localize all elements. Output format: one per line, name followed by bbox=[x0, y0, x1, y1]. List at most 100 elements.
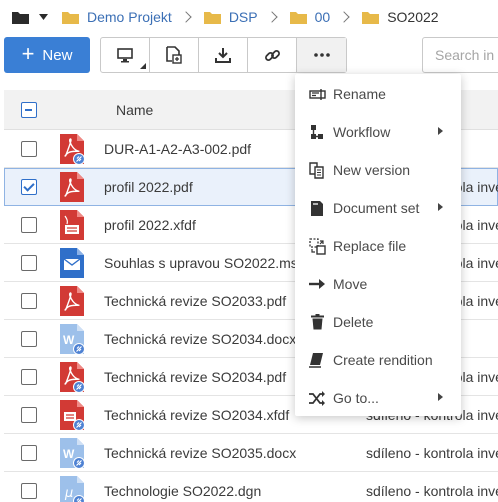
row-checkbox[interactable] bbox=[21, 444, 37, 461]
search-input[interactable] bbox=[422, 37, 498, 73]
row-checkbox[interactable] bbox=[21, 292, 37, 309]
trash-icon bbox=[308, 313, 326, 331]
chevron-right-icon bbox=[180, 11, 192, 23]
menu-item-label: Rename bbox=[333, 86, 386, 102]
menu-item-label: Move bbox=[333, 276, 368, 292]
menu-item-label: New version bbox=[333, 162, 411, 178]
replace-file-icon bbox=[308, 237, 326, 255]
plus-icon: + bbox=[21, 41, 35, 66]
file-name[interactable]: Technická revize SO2035.docx bbox=[104, 445, 304, 461]
pdf-file-link-icon bbox=[60, 133, 84, 164]
breadcrumb: Demo Projekt DSP 00 SO2022 bbox=[0, 0, 498, 34]
copy-document-icon bbox=[308, 161, 326, 179]
word-file-link-icon: W bbox=[60, 437, 84, 468]
root-folder-menu[interactable] bbox=[12, 11, 48, 24]
menu-item-document-set[interactable]: Document set bbox=[295, 189, 461, 227]
breadcrumb-label[interactable]: 00 bbox=[315, 9, 331, 25]
more-horizontal-icon bbox=[313, 53, 330, 57]
menu-item-label: Create rendition bbox=[333, 352, 433, 368]
new-button[interactable]: + New bbox=[4, 37, 90, 73]
link-icon bbox=[264, 49, 280, 61]
more-actions-menu: Rename Workflow New version Document set… bbox=[295, 74, 461, 416]
dropdown-corner-icon bbox=[140, 63, 146, 69]
menu-item-label: Delete bbox=[333, 314, 374, 330]
more-actions-button[interactable] bbox=[297, 38, 346, 72]
document-compare-icon bbox=[166, 46, 182, 64]
menu-item-create-rendition[interactable]: Create rendition bbox=[295, 341, 461, 379]
table-row[interactable]: W Technická revize SO2035.docx sdíleno -… bbox=[4, 434, 498, 472]
file-name[interactable]: Technologie SO2022.dgn bbox=[104, 483, 304, 499]
row-checkbox[interactable] bbox=[21, 254, 37, 271]
menu-item-move[interactable]: Move bbox=[295, 265, 461, 303]
submenu-arrow-icon bbox=[438, 203, 443, 211]
row-checkbox[interactable] bbox=[21, 368, 37, 385]
download-button[interactable] bbox=[199, 38, 248, 72]
svg-text:μ: μ bbox=[64, 486, 73, 501]
menu-item-workflow[interactable]: Workflow bbox=[295, 113, 461, 151]
pdf-file-icon bbox=[60, 285, 84, 316]
file-name[interactable]: Technická revize SO2034.docx bbox=[104, 331, 304, 347]
svg-text:W: W bbox=[63, 447, 75, 461]
file-name[interactable]: profil 2022.xfdf bbox=[104, 217, 304, 233]
submenu-arrow-icon bbox=[438, 127, 443, 135]
file-name[interactable]: Souhlas s upravou SO2022.msg bbox=[104, 255, 304, 271]
select-all-checkbox[interactable] bbox=[21, 101, 37, 118]
pdf-file-link-icon bbox=[60, 361, 84, 392]
pdf-file-icon bbox=[60, 171, 84, 202]
workflow-icon bbox=[308, 123, 326, 141]
monitor-icon bbox=[117, 47, 133, 62]
menu-item-delete[interactable]: Delete bbox=[295, 303, 461, 341]
row-checkbox[interactable] bbox=[21, 178, 37, 195]
breadcrumb-item-dsp[interactable]: DSP bbox=[203, 9, 258, 25]
chevron-right-icon bbox=[265, 11, 278, 23]
xfdf-file-icon bbox=[60, 209, 84, 240]
row-checkbox[interactable] bbox=[21, 216, 37, 233]
menu-item-rename[interactable]: Rename bbox=[295, 75, 461, 113]
folder-icon bbox=[12, 11, 29, 24]
compare-documents-button[interactable] bbox=[150, 38, 199, 72]
menu-item-label: Go to... bbox=[333, 390, 379, 406]
menu-item-label: Document set bbox=[333, 200, 420, 216]
folder-icon bbox=[362, 11, 380, 24]
row-checkbox[interactable] bbox=[21, 140, 37, 157]
file-name[interactable]: profil 2022.pdf bbox=[104, 179, 304, 195]
word-file-link-icon: W bbox=[60, 323, 84, 354]
svg-text:W: W bbox=[63, 333, 75, 347]
row-checkbox[interactable] bbox=[21, 482, 37, 499]
chevron-right-icon bbox=[338, 11, 350, 23]
folder-icon bbox=[289, 11, 307, 24]
view-mode-button[interactable] bbox=[101, 38, 150, 72]
menu-item-label: Replace file bbox=[333, 238, 407, 254]
menu-item-new-version[interactable]: New version bbox=[295, 151, 461, 189]
caret-down-icon bbox=[39, 14, 48, 20]
toolbar: + New bbox=[0, 36, 498, 76]
column-header-name[interactable]: Name bbox=[116, 102, 153, 118]
file-status: sdíleno - kontrola invest bbox=[366, 444, 498, 461]
rendition-icon bbox=[308, 351, 326, 369]
new-button-label: New bbox=[42, 46, 73, 64]
rename-icon bbox=[308, 85, 326, 103]
breadcrumb-label[interactable]: Demo Projekt bbox=[87, 9, 172, 25]
breadcrumb-label[interactable]: DSP bbox=[229, 9, 258, 25]
table-row[interactable]: μ Technologie SO2022.dgn sdíleno - kontr… bbox=[4, 472, 498, 502]
file-name[interactable]: DUR-A1-A2-A3-002.pdf bbox=[104, 141, 304, 157]
breadcrumb-item-demo-projekt[interactable]: Demo Projekt bbox=[62, 9, 172, 25]
row-checkbox[interactable] bbox=[21, 330, 37, 347]
download-icon bbox=[215, 48, 231, 63]
folder-icon bbox=[62, 11, 79, 24]
copy-link-button[interactable] bbox=[248, 38, 297, 72]
breadcrumb-item-00[interactable]: 00 bbox=[289, 9, 331, 25]
file-name[interactable]: Technická revize SO2033.pdf bbox=[104, 293, 304, 309]
folder-icon bbox=[203, 11, 221, 24]
menu-item-replace-file[interactable]: Replace file bbox=[295, 227, 461, 265]
xfdf-file-link-icon bbox=[60, 399, 84, 430]
menu-item-go-to[interactable]: Go to... bbox=[295, 379, 461, 417]
file-name[interactable]: Technická revize SO2034.pdf bbox=[104, 369, 304, 385]
row-checkbox[interactable] bbox=[21, 406, 37, 423]
file-name[interactable]: Technická revize SO2034.xfdf bbox=[104, 407, 304, 423]
email-file-icon bbox=[60, 247, 84, 278]
document-set-icon bbox=[308, 199, 326, 217]
arrow-right-icon bbox=[308, 275, 326, 293]
file-status: sdíleno - kontrola invest bbox=[366, 482, 498, 499]
menu-item-label: Workflow bbox=[333, 124, 391, 140]
